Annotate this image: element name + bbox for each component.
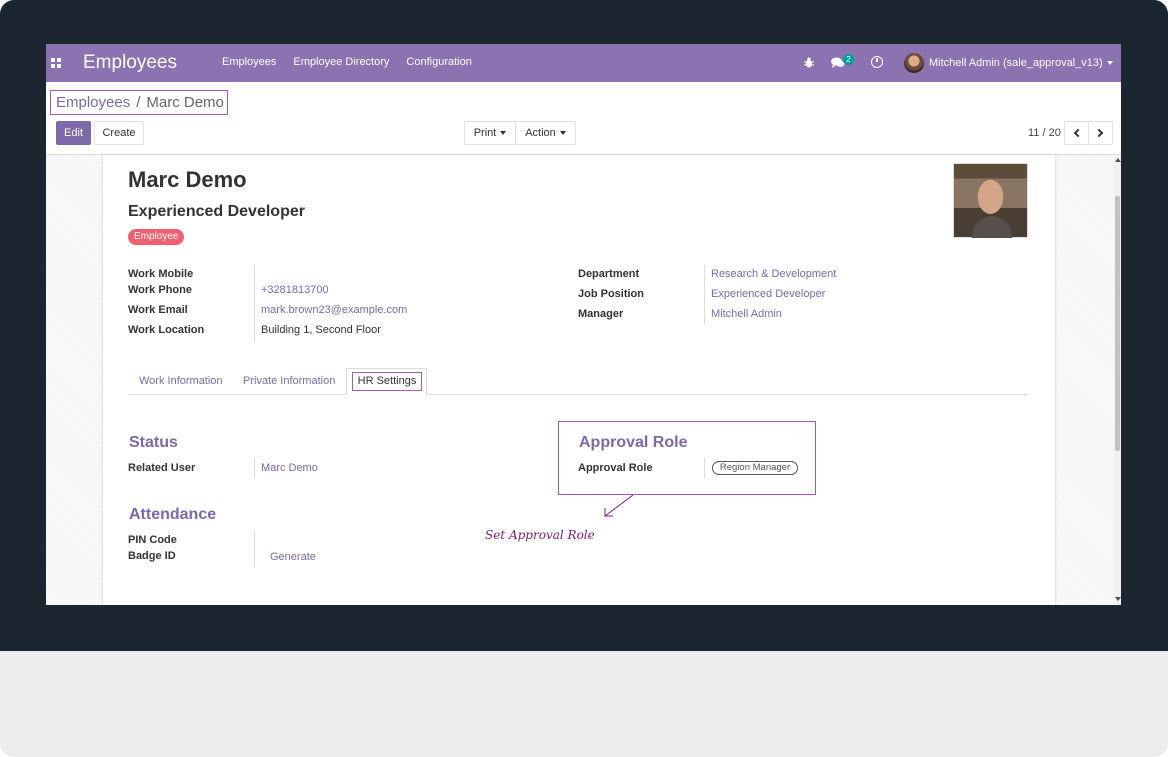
generate-badge-button[interactable]: Generate [270, 551, 316, 563]
chevron-right-icon [1094, 128, 1104, 138]
action-label: Action [525, 127, 556, 139]
pager-counter: 11 / 20 [1028, 127, 1061, 139]
menu-employees[interactable]: Employees [222, 56, 276, 68]
create-button[interactable]: Create [94, 121, 144, 145]
annotation-arrow-icon [604, 494, 634, 517]
tab-work-information[interactable]: Work Information [139, 375, 223, 387]
menu-configuration[interactable]: Configuration [406, 56, 471, 68]
job-position-label: Job Position [578, 288, 644, 300]
print-dropdown[interactable]: Print [464, 121, 516, 145]
work-mobile-label: Work Mobile [128, 268, 194, 280]
scroll-up-arrow-icon[interactable] [1115, 158, 1121, 162]
pager-next-button[interactable] [1088, 121, 1113, 145]
scroll-down-arrow-icon[interactable] [1115, 597, 1121, 601]
employee-photo[interactable] [953, 163, 1028, 238]
chevron-left-icon [1073, 128, 1083, 138]
employee-tag: Employee [128, 229, 185, 245]
pin-code-label: PIN Code [128, 534, 177, 546]
manager-value[interactable]: Mitchell Admin [711, 308, 782, 320]
status-section-title: Status [129, 434, 178, 451]
field-separator [254, 531, 255, 567]
caret-down-icon [559, 131, 566, 136]
user-menu[interactable]: Mitchell Admin (sale_approval_v13) [929, 57, 1113, 69]
app-screen: Employees Employees Employee Directory C… [46, 44, 1121, 605]
work-email-value[interactable]: mark.brown23@example.com [261, 304, 407, 316]
field-separator [254, 458, 255, 478]
work-location-value: Building 1, Second Floor [261, 324, 381, 336]
related-user-label: Related User [128, 462, 196, 474]
field-separator [254, 265, 255, 342]
monitor-stand [0, 651, 1168, 757]
notebook-tab-line [128, 394, 1028, 395]
activity-clock-icon[interactable] [871, 56, 883, 68]
field-separator [704, 265, 705, 325]
approval-role-select[interactable]: Region Manager [712, 461, 798, 475]
action-dropdown[interactable]: Action [515, 121, 576, 145]
annotation-text: Set Approval Role [485, 528, 595, 542]
tab-private-information[interactable]: Private Information [243, 375, 335, 387]
employee-job-title: Experienced Developer [128, 203, 305, 220]
scrollbar-thumb[interactable] [1115, 196, 1120, 451]
work-phone-label: Work Phone [128, 284, 192, 296]
job-position-value[interactable]: Experienced Developer [711, 288, 825, 300]
user-avatar[interactable] [904, 53, 924, 73]
caret-down-icon [500, 131, 507, 136]
app-title: Employees [83, 52, 177, 73]
top-navbar: Employees Employees Employee Directory C… [46, 44, 1121, 82]
apps-menu-icon[interactable] [51, 58, 61, 68]
main-menu: Employees Employee Directory Configurati… [222, 56, 489, 68]
breadcrumb-employees[interactable]: Employees [56, 94, 130, 111]
print-label: Print [473, 127, 497, 139]
menu-employee-directory[interactable]: Employee Directory [293, 56, 389, 68]
breadcrumb-current: Marc Demo [146, 94, 224, 111]
approval-highlight-box [558, 421, 816, 495]
work-email-label: Work Email [128, 304, 188, 316]
work-phone-value[interactable]: +3281813700 [261, 284, 329, 296]
user-name-label: Mitchell Admin (sale_approval_v13) [929, 57, 1103, 69]
pager-previous-button[interactable] [1064, 121, 1089, 145]
employee-name: Marc Demo [128, 167, 247, 192]
department-label: Department [578, 268, 640, 280]
field-separator [704, 458, 705, 478]
work-location-label: Work Location [128, 324, 205, 336]
department-value[interactable]: Research & Development [711, 268, 836, 280]
approval-role-label: Approval Role [578, 462, 653, 474]
tab-hr-settings-label[interactable]: HR Settings [352, 372, 422, 391]
message-count-badge: 2 [843, 54, 854, 65]
related-user-value[interactable]: Marc Demo [261, 462, 318, 474]
caret-down-icon [1106, 61, 1113, 66]
badge-id-label: Badge ID [128, 550, 176, 562]
debug-bug-icon[interactable] [804, 57, 814, 68]
manager-label: Manager [578, 308, 624, 320]
approval-section-title: Approval Role [579, 434, 688, 451]
breadcrumb-separator: / [136, 94, 141, 111]
attendance-section-title: Attendance [129, 506, 217, 523]
edit-button[interactable]: Edit [56, 121, 91, 145]
breadcrumb: Employees / Marc Demo [50, 90, 228, 115]
